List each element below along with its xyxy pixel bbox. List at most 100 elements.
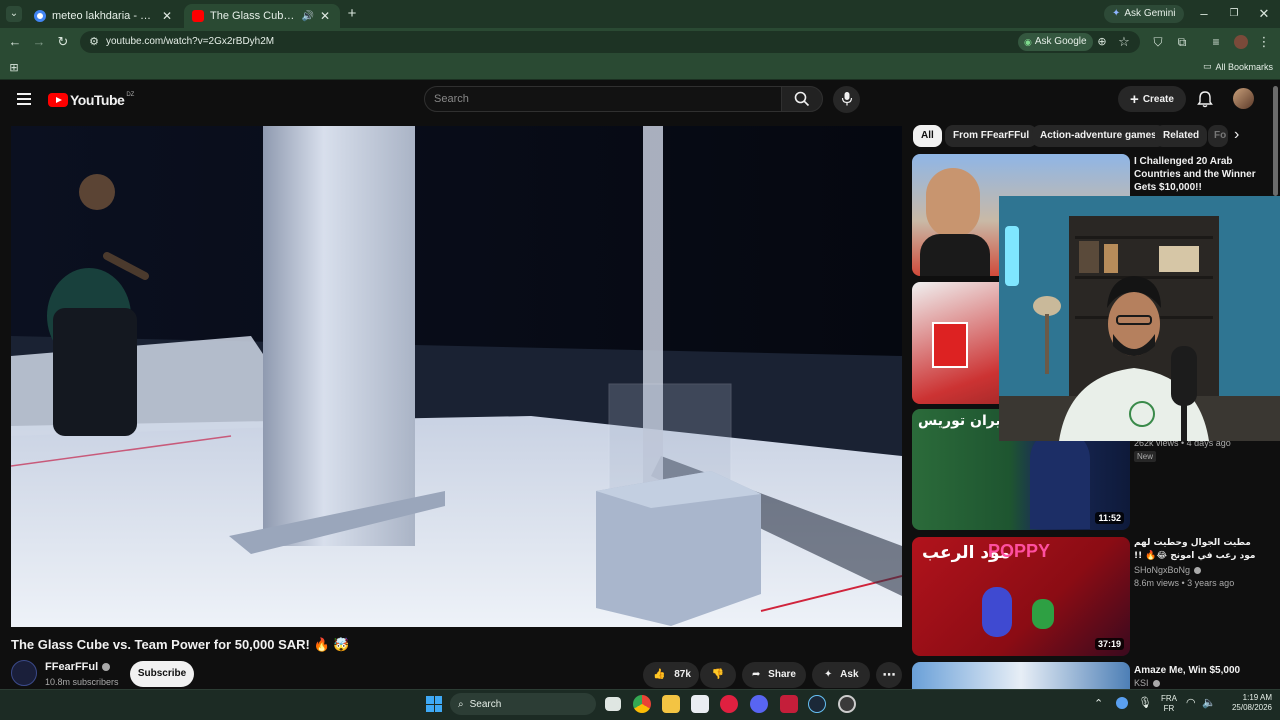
channel-name-label: FFearFFul [45,661,99,673]
page-scrollbar[interactable] [1273,86,1278,196]
search-placeholder: Search [434,93,469,105]
duration-badge: 37:19 [1094,638,1124,650]
close-window-icon[interactable]: ✕ [1256,6,1272,22]
rec-title-5[interactable]: Amaze Me, Win $5,000 [1134,664,1264,677]
snipping-tool-icon[interactable] [691,695,709,713]
rec-channel-name: KSI [1134,678,1149,688]
minimize-window-icon[interactable]: – [1196,6,1212,22]
share-button[interactable]: ➦ Share [742,662,806,688]
site-info-icon[interactable]: ⚙ [86,34,102,50]
url-text[interactable]: youtube.com/watch?v=2Gx2rBDyh2M [106,36,274,47]
steam-icon[interactable] [808,695,826,713]
video-player[interactable] [11,126,902,627]
browser-tab-active[interactable]: The Glass Cube vs. Team Po 🔊 ✕ [184,4,340,28]
thumb-text-poppy: POPPY [988,541,1051,561]
reload-icon[interactable]: ↻ [55,34,71,50]
chrome-menu-icon[interactable]: ⋮ [1256,34,1272,50]
tab-search-chevron-icon[interactable]: ⌄ [6,6,22,22]
chip-from-channel[interactable]: From FFearFFul [945,125,1038,147]
dislike-button[interactable]: 👎 [700,662,736,688]
voice-search-button[interactable] [833,86,860,113]
duration-badge: 11:52 [1095,512,1124,524]
video-title: The Glass Cube vs. Team Power for 50,000… [11,637,350,652]
verified-check-icon [1194,566,1202,574]
language-indicator[interactable]: FRA FR [1161,694,1177,714]
subscribe-button[interactable]: Subscribe [130,661,194,687]
file-explorer-icon[interactable] [662,695,680,713]
chrome-taskbar-icon[interactable] [633,695,651,713]
install-app-icon[interactable]: ⊕ [1094,34,1110,50]
plus-icon: + [1130,90,1139,108]
extensions-puzzle-icon[interactable]: ⧉ [1174,34,1190,50]
webcam-overlay [999,196,1280,441]
all-bookmarks-folder[interactable]: ▭ All Bookmarks [1203,61,1273,72]
discord-icon[interactable] [750,695,768,713]
account-avatar[interactable] [1233,88,1254,109]
opera-gx-icon[interactable] [720,695,738,713]
audio-playing-icon[interactable]: 🔊 [302,11,314,22]
chips-next-chevron-icon[interactable]: › [1234,126,1239,144]
more-actions-button[interactable]: ⋯ [876,662,902,688]
create-button[interactable]: + Create [1118,86,1186,112]
wifi-icon[interactable]: ◠ [1186,696,1196,709]
country-code: DZ [126,92,135,98]
forward-arrow-icon[interactable]: → [31,34,47,50]
rec-meta-4: 8.6m views • 3 years ago [1134,578,1235,588]
rec-title-4[interactable]: مطيت الجوال وحطيت لهم مود رعب في امونج 😂… [1134,537,1264,563]
verified-check-icon [102,663,111,671]
maximize-window-icon[interactable]: ❐ [1226,6,1242,22]
microphone-tray-icon[interactable]: 🎙 [1138,696,1152,709]
volume-icon[interactable]: 🔈 [1202,696,1216,709]
tray-app-icon[interactable] [1116,697,1128,709]
all-bookmarks-label: All Bookmarks [1215,61,1274,72]
taskbar-search-box[interactable]: ⌕ Search [450,693,596,715]
rec-thumbnail-5[interactable] [912,662,1130,689]
chip-all[interactable]: All [913,125,942,147]
windows-start-icon[interactable] [426,696,442,712]
tab-title: meteo lakhdaria - Recherche Go [52,10,156,22]
hamburger-menu-icon[interactable] [17,93,31,105]
browser-tab-inactive[interactable]: meteo lakhdaria - Recherche Go ✕ [26,4,182,28]
media-control-icon[interactable]: ≡ [1208,34,1224,50]
new-tab-button[interactable]: + [344,6,360,22]
apps-grid-icon[interactable]: ⊞ [6,60,22,76]
shield-extension-icon[interactable]: ⛉ [1150,34,1166,50]
ask-button[interactable]: ✦ Ask [812,662,870,688]
clock[interactable]: 1:19 AM 25/08/2026 [1222,693,1272,713]
google-lens-icon: ◉ [1024,37,1032,47]
ask-label: Ask [840,669,859,680]
chip-action-adventure[interactable]: Action-adventure games [1032,125,1165,147]
channel-name[interactable]: FFearFFul [45,661,111,673]
subscriber-count: 10.8m subscribers [45,677,119,687]
rec-thumbnail-4[interactable]: مود الرعب POPPY 37:19 [912,537,1130,656]
search-input[interactable]: Search [424,86,782,112]
like-button[interactable]: 👍 87k [643,662,699,688]
rec-channel-5[interactable]: KSI [1134,678,1160,688]
create-label: Create [1142,93,1174,105]
close-tab-icon[interactable]: ✕ [160,9,174,23]
app-x-icon[interactable] [780,695,798,713]
ask-gemini-button[interactable]: ✦ Ask Gemini [1104,5,1184,23]
chip-related[interactable]: Related [1155,125,1208,147]
app-game-icon[interactable] [838,695,856,713]
tab-title: The Glass Cube vs. Team Po [210,10,298,22]
rec-title-1[interactable]: I Challenged 20 Arab Countries and the W… [1134,155,1264,194]
notifications-bell-icon[interactable] [1196,90,1214,113]
gemini-icon: ✦ [1112,8,1121,19]
rec-channel-name: SHoNgxBoNg [1134,565,1191,575]
bookmark-star-icon[interactable]: ☆ [1116,34,1132,50]
profile-avatar[interactable] [1234,35,1248,49]
search-button[interactable] [781,86,823,112]
tray-chevron-icon[interactable]: ⌃ [1094,697,1103,710]
share-label: Share [768,669,796,680]
back-arrow-icon[interactable]: ← [7,34,23,50]
verified-check-icon [1152,679,1160,687]
youtube-logo[interactable]: YouTube DZ [48,92,134,108]
close-tab-icon[interactable]: ✕ [318,9,332,23]
channel-avatar[interactable] [11,660,37,686]
rec-channel-4[interactable]: SHoNgxBoNg [1134,565,1202,575]
ask-google-button[interactable]: ◉ Ask Google [1018,33,1093,51]
clock-date: 25/08/2026 [1231,703,1272,712]
chip-truncated[interactable]: Fo [1208,125,1228,147]
task-view-icon[interactable] [605,697,621,711]
